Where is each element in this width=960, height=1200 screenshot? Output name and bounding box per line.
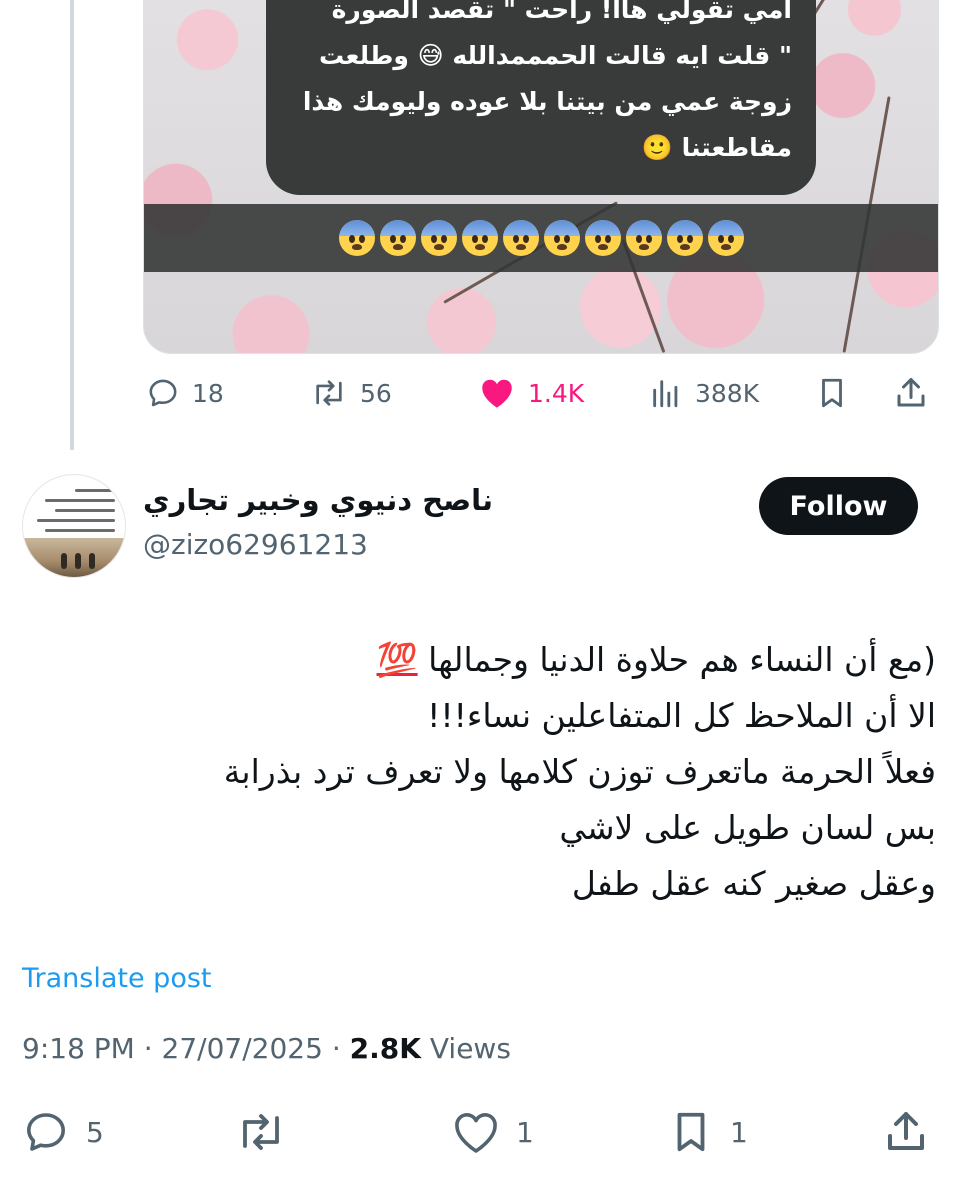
- post-text-line-0: (مع أن النساء هم حلاوة الدنيا وجمالها: [428, 640, 936, 679]
- share-button[interactable]: [893, 368, 929, 418]
- quoted-post-image[interactable]: امي تقولي هاا! راحت " تقصد الصورة " قلت …: [143, 0, 939, 354]
- hundred-points-icon: 💯: [376, 640, 418, 679]
- follow-button[interactable]: Follow: [759, 477, 918, 535]
- post-text: (مع أن النساء هم حلاوة الدنيا وجمالها 💯 …: [26, 632, 936, 912]
- fearful-face-icon: [461, 220, 498, 256]
- thread-connector-line: [70, 0, 74, 450]
- bookmark-icon: [822, 378, 842, 408]
- fearful-face-icon: [625, 220, 662, 256]
- author-name[interactable]: ناصح دنيوي وخبير تجاري: [143, 483, 493, 517]
- reply-icon: [27, 1113, 65, 1151]
- meta-separator: ·: [143, 1032, 153, 1065]
- meta-separator: ·: [331, 1032, 341, 1065]
- avatar-text-line: [45, 529, 115, 532]
- repost-button[interactable]: 56: [310, 368, 392, 418]
- bookmark-count: 1: [730, 1115, 748, 1149]
- bookmark-button[interactable]: 1: [668, 1104, 748, 1160]
- author-handle[interactable]: @zizo62961213: [143, 528, 368, 561]
- reply-button[interactable]: 18: [146, 368, 224, 418]
- quoted-post-stats: 18 56 1.4K 388K: [143, 368, 943, 418]
- fearful-face-icon: [543, 220, 580, 256]
- heart-filled-icon: [482, 379, 512, 408]
- post-time[interactable]: 9:18 PM: [22, 1032, 135, 1065]
- reply-count: 5: [86, 1115, 104, 1149]
- fearful-face-row: [338, 220, 744, 256]
- reply-icon: [149, 379, 177, 407]
- post-text-line: الا أن الملاحظ كل المتفاعلين نساء!!!: [427, 696, 936, 735]
- repost-icon: [316, 380, 342, 406]
- fearful-face-icon: [502, 220, 539, 256]
- avatar-text-line: [55, 509, 115, 512]
- views-button[interactable]: 388K: [649, 368, 759, 418]
- views-label: Views: [429, 1032, 511, 1065]
- caption-line: امي تقولي هاا! راحت " تقصد الصورة: [331, 0, 792, 24]
- views-total: 2.8K: [349, 1032, 421, 1065]
- views-count: 388K: [695, 378, 760, 408]
- post-date[interactable]: 27/07/2025: [162, 1032, 323, 1065]
- avatar[interactable]: [22, 474, 126, 578]
- post-text-line: بس لسان طويل على لاشي: [559, 808, 936, 847]
- share-icon: [888, 1112, 924, 1150]
- caption-line: " قلت ايه قالت الحمممدالله 😅 وطلعت: [319, 41, 792, 70]
- reply-count: 18: [192, 378, 224, 408]
- fearful-face-icon: [420, 220, 457, 256]
- fearful-face-icon: [666, 220, 703, 256]
- post-actions: 5 1 1: [0, 1104, 960, 1160]
- avatar-text-line: [37, 519, 115, 522]
- caption-line: زوجة عمي من بيتنا بلا عوده وليومك هذا: [302, 87, 792, 116]
- repost-icon: [243, 1114, 279, 1150]
- bookmark-icon: [677, 1112, 705, 1152]
- translate-post-link[interactable]: Translate post: [22, 963, 212, 994]
- like-button[interactable]: 1: [452, 1104, 534, 1160]
- avatar-text-line: [75, 489, 115, 492]
- caption-bubble: امي تقولي هاا! راحت " تقصد الصورة " قلت …: [266, 0, 816, 195]
- post-text-line: فعلاً الحرمة ماتعرف توزن كلامها ولا تعرف…: [223, 752, 936, 791]
- post-text-line: (مع أن النساء هم حلاوة الدنيا وجمالها 💯: [26, 632, 936, 688]
- avatar-text-line: [45, 499, 115, 502]
- share-icon: [897, 378, 925, 407]
- repost-button[interactable]: [234, 1104, 304, 1160]
- avatar-figure: [89, 553, 95, 569]
- like-count: 1.4K: [528, 378, 585, 408]
- repost-count: 56: [360, 378, 392, 408]
- avatar-figure: [61, 553, 67, 569]
- fearful-face-icon: [338, 220, 375, 256]
- heart-icon: [455, 1113, 497, 1153]
- like-button[interactable]: 1.4K: [478, 368, 584, 418]
- fearful-face-icon: [379, 220, 416, 256]
- like-count: 1: [516, 1115, 534, 1149]
- post-metadata: 9:18 PM · 27/07/2025 · 2.8K Views: [22, 1032, 511, 1065]
- fearful-face-icon: [707, 220, 744, 256]
- share-button[interactable]: [882, 1104, 930, 1160]
- analytics-icon: [653, 380, 678, 408]
- bookmark-button[interactable]: [815, 368, 849, 418]
- emoji-strip: [144, 204, 938, 272]
- post-text-line: وعقل صغير كنه عقل طفل: [571, 864, 936, 903]
- caption-line: مقاطعتنا 🙂: [641, 133, 792, 162]
- avatar-figure: [75, 553, 81, 569]
- reply-button[interactable]: 5: [22, 1104, 104, 1160]
- fearful-face-icon: [584, 220, 621, 256]
